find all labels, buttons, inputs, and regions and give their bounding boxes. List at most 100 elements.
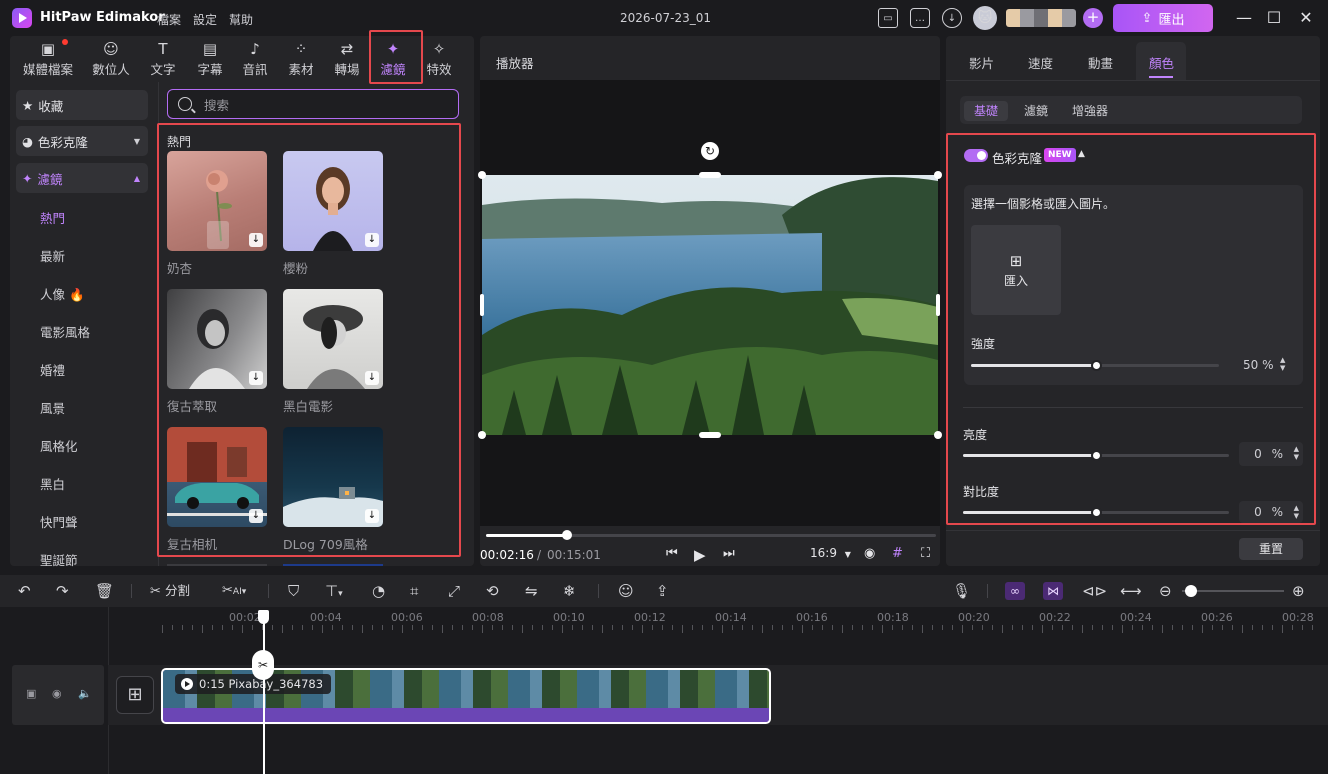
grid-icon[interactable]: # — [892, 546, 903, 561]
play-icon[interactable]: ▶ — [694, 546, 706, 564]
magnet-icon[interactable]: ⋈ — [1043, 582, 1063, 600]
subtab-filter[interactable]: 濾鏡 — [1014, 101, 1058, 121]
zoom-slider[interactable] — [1182, 590, 1284, 592]
sidebar-item-bw[interactable]: 黑白 — [40, 474, 65, 493]
film-icon[interactable]: ▣ — [26, 687, 36, 700]
video-clip[interactable]: 0:15 Pixabay_364783 — [161, 668, 771, 724]
text-add-icon[interactable]: ⊤▾ — [325, 582, 343, 600]
close-button[interactable]: ✕ — [1296, 8, 1316, 28]
mirror-icon[interactable]: ⇋ — [525, 582, 538, 600]
subtab-enhancer[interactable]: 增強器 — [1062, 101, 1118, 121]
freeze-icon[interactable]: ❄ — [563, 582, 576, 600]
snapshot-icon[interactable]: ◉ — [864, 546, 875, 561]
tab-audio[interactable]: ♪ 音訊 — [235, 36, 275, 82]
layout-icon[interactable]: ▭ — [878, 8, 898, 28]
sidebar-item-landscape[interactable]: 風景 — [40, 398, 65, 417]
resize-handle[interactable] — [699, 172, 721, 178]
zoom-knob[interactable] — [1185, 585, 1197, 597]
tab-speed[interactable]: 速度 — [1028, 53, 1053, 72]
feedback-icon[interactable]: … — [910, 8, 930, 28]
ruler-tick — [1222, 625, 1223, 630]
resize-handle[interactable] — [478, 431, 486, 439]
sidebar-color-clone[interactable]: ◕ 色彩克隆 ▼ — [16, 126, 148, 156]
eye-icon[interactable]: ◉ — [52, 687, 62, 700]
menu-help[interactable]: 幫助 — [229, 11, 253, 28]
ruler-tick — [412, 625, 413, 630]
tab-media[interactable]: ▣ 媒體檔案 — [16, 36, 80, 82]
export-button[interactable]: ⇪ 匯出 — [1113, 4, 1213, 32]
rotate-handle-icon[interactable]: ↻ — [701, 142, 719, 160]
ai-cut-dropdown[interactable]: ✂AI▾ — [222, 582, 246, 600]
resize-handle[interactable] — [934, 171, 942, 179]
tab-digital-human[interactable]: ☺ 數位人 — [86, 36, 136, 82]
sidebar-item-christmas[interactable]: 聖誕節 — [40, 550, 78, 569]
sidebar-filters[interactable]: ✦ 濾鏡 ▲ — [16, 163, 148, 193]
face-detect-icon[interactable]: ☺ — [618, 582, 634, 600]
undo-icon[interactable]: ↶ — [18, 582, 31, 600]
ruler-tick — [292, 625, 293, 630]
resize-handle[interactable] — [934, 431, 942, 439]
link-icon[interactable]: ∞ — [1005, 582, 1025, 600]
zoom-in-icon[interactable]: ⊕ — [1292, 582, 1305, 600]
ruler-label: 00:18 — [877, 611, 909, 624]
download-icon[interactable]: ↓ — [942, 8, 962, 28]
playhead-handle[interactable] — [258, 610, 269, 624]
fit-icon[interactable]: ⟷ — [1120, 582, 1142, 600]
ruler-tick — [302, 625, 303, 630]
prev-frame-icon[interactable]: ⏮ — [666, 546, 678, 561]
sidebar-item-wedding[interactable]: 婚禮 — [40, 360, 65, 379]
account-info[interactable] — [1006, 9, 1076, 27]
reset-button[interactable]: 重置 — [1239, 538, 1303, 560]
resize-handle[interactable] — [480, 294, 484, 316]
minimize-button[interactable]: — — [1234, 8, 1254, 28]
sidebar-favorites[interactable]: ★ 收藏 — [16, 90, 148, 120]
add-plus-button[interactable]: + — [1083, 8, 1103, 28]
marker-icon[interactable]: ⛉ — [288, 582, 299, 600]
time-ruler[interactable]: 00:02 00:04 00:06 00:08 00:10 00:12 00:14 00:16… — [0, 607, 1328, 637]
microphone-icon[interactable]: 🎙 — [952, 582, 971, 600]
menu-file[interactable]: 檔案 — [157, 11, 181, 28]
export-clip-icon[interactable]: ⇪ — [656, 582, 669, 600]
fullscreen-icon[interactable]: ⛶ — [921, 546, 930, 561]
resize-handle[interactable] — [936, 294, 940, 316]
progress-knob[interactable] — [562, 530, 572, 540]
subtab-basic[interactable]: 基礎 — [964, 101, 1009, 121]
tab-effect[interactable]: ✧ 特效 — [419, 36, 459, 82]
menu-settings[interactable]: 設定 — [193, 11, 217, 28]
delete-icon[interactable]: 🗑 — [95, 582, 114, 600]
speed-icon[interactable]: ◔ — [372, 582, 385, 600]
scissors-icon[interactable]: ✂ — [252, 650, 274, 680]
tab-video[interactable]: 影片 — [969, 53, 994, 72]
tab-text[interactable]: T 文字 — [143, 36, 183, 82]
sidebar-item-stylized[interactable]: 風格化 — [40, 436, 78, 455]
resize-handle[interactable] — [699, 432, 721, 438]
speaker-icon[interactable]: 🔈 — [78, 687, 92, 700]
resize-handle[interactable] — [478, 171, 486, 179]
next-frame-icon[interactable]: ⏭ — [723, 546, 735, 561]
tab-assets[interactable]: ⁘ 素材 — [281, 36, 321, 82]
sidebar-item-latest[interactable]: 最新 — [40, 246, 65, 265]
sidebar-item-hot[interactable]: 熱門 — [40, 208, 65, 227]
tab-animation[interactable]: 動畫 — [1088, 53, 1113, 72]
tab-color[interactable]: 顏色 — [1149, 53, 1174, 72]
aspect-ratio-select[interactable]: 16:9 ▼ — [810, 546, 851, 560]
crop-icon[interactable]: ⌗ — [410, 582, 418, 600]
resize-icon[interactable]: ⤢ — [448, 582, 460, 600]
add-media-button[interactable]: ⊞ — [116, 676, 154, 714]
sidebar-item-cinematic[interactable]: 電影風格 — [40, 322, 90, 341]
redo-icon[interactable]: ↷ — [56, 582, 69, 600]
sidebar-item-portrait[interactable]: 人像 🔥 — [40, 284, 85, 303]
zoom-out-icon[interactable]: ⊖ — [1159, 582, 1172, 600]
playhead[interactable] — [263, 617, 265, 774]
split-track-icon[interactable]: ⊲⊳ — [1082, 582, 1107, 600]
search-input[interactable]: 搜索 — [167, 89, 459, 119]
reverse-icon[interactable]: ⟲ — [486, 582, 499, 600]
sidebar-item-shutter[interactable]: 快門聲 — [40, 512, 78, 531]
playback-progress[interactable] — [486, 530, 936, 540]
tab-transition[interactable]: ⇄ 轉場 — [327, 36, 367, 82]
video-frame[interactable] — [482, 175, 938, 435]
user-avatar[interactable]: 🐱 — [973, 6, 997, 30]
split-button[interactable]: ✂ 分割 — [150, 582, 190, 600]
maximize-button[interactable]: ☐ — [1264, 8, 1284, 28]
tab-subtitle[interactable]: ▤ 字幕 — [190, 36, 230, 82]
